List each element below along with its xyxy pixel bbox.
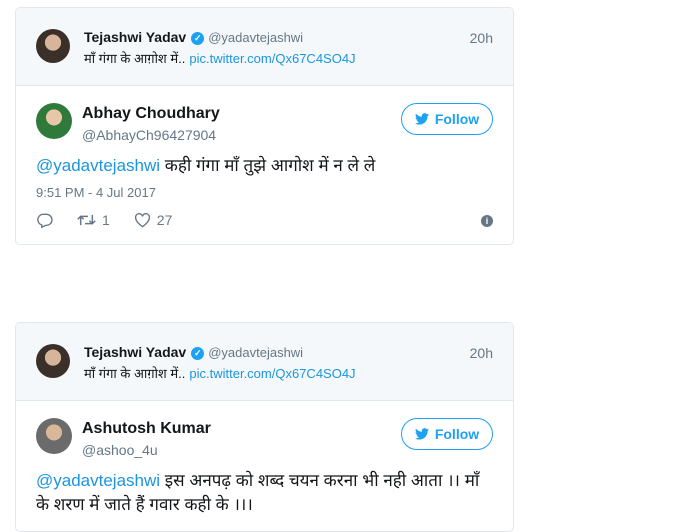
verified-badge-icon: ✓ [191, 32, 205, 45]
twitter-bird-icon [414, 428, 429, 440]
quoted-tweet[interactable]: Tejashwi Yadav ✓ @yadavtejashwi 20h माँ गं… [16, 8, 513, 86]
twitter-bird-icon [414, 113, 429, 125]
follow-button[interactable]: Follow [401, 103, 493, 135]
quoted-author-name[interactable]: Tejashwi Yadav [84, 344, 186, 360]
reply-button[interactable] [36, 213, 53, 228]
quoted-pic-link[interactable]: pic.twitter.com/Qx67C4SO4J [189, 51, 355, 66]
quoted-pic-link[interactable]: pic.twitter.com/Qx67C4SO4J [189, 366, 355, 381]
author-name[interactable]: Ashutosh Kumar [82, 420, 211, 438]
quoted-avatar[interactable] [36, 344, 70, 378]
quoted-text: माँ गंगा के आग़ोश में.. pic.twitter.com/Q… [84, 364, 356, 382]
mention-link[interactable]: @yadavtejashwi [36, 471, 160, 490]
reply-icon [37, 213, 53, 228]
quoted-author-handle[interactable]: @yadavtejashwi [208, 345, 303, 360]
quoted-text: माँ गंगा के आग़ोश में.. pic.twitter.com/Q… [84, 49, 356, 67]
info-icon[interactable]: i [481, 215, 493, 227]
like-icon [134, 212, 150, 227]
quoted-author-handle[interactable]: @yadavtejashwi [208, 30, 303, 45]
tweet-text: @yadavtejashwi कही गंगा माँ तुझे आगोश मे… [36, 154, 493, 178]
author-handle[interactable]: @ashoo_4u [82, 442, 158, 458]
quoted-author[interactable]: Tejashwi Yadav ✓ @yadavtejashwi [84, 29, 303, 45]
quoted-avatar[interactable] [36, 29, 70, 63]
quoted-tweet[interactable]: Tejashwi Yadav ✓ @yadavtejashwi 20h माँ गं… [16, 323, 513, 401]
follow-button[interactable]: Follow [401, 418, 493, 450]
author-handle[interactable]: @AbhayCh96427904 [82, 127, 216, 143]
retweet-button[interactable]: 1 [77, 212, 110, 228]
avatar[interactable] [36, 103, 72, 139]
quoted-text-body: माँ गंगा के आग़ोश में.. [84, 366, 186, 381]
tweet-text: @yadavtejashwi इस अनपढ़ को शब्द चयन करना… [36, 469, 493, 517]
follow-label: Follow [434, 426, 480, 442]
retweet-icon [77, 214, 96, 226]
quoted-author[interactable]: Tejashwi Yadav ✓ @yadavtejashwi [84, 344, 303, 360]
avatar[interactable] [36, 418, 72, 454]
quoted-text-body: माँ गंगा के आग़ोश में.. [84, 51, 186, 66]
follow-label: Follow [434, 111, 480, 127]
quoted-author-name[interactable]: Tejashwi Yadav [84, 29, 186, 45]
tweet-card: Tejashwi Yadav ✓ @yadavtejashwi 20h माँ गं… [15, 322, 514, 532]
tweet-text-body: कही गंगा माँ तुझे आगोश में न ले ले [164, 156, 376, 175]
tweet-actions: 1 27 [36, 212, 196, 228]
tweet-timestamp[interactable]: 9:51 PM - 4 Jul 2017 [36, 185, 156, 200]
quoted-time[interactable]: 20h [470, 30, 493, 46]
tweet-card: Tejashwi Yadav ✓ @yadavtejashwi 20h माँ गं… [15, 7, 514, 245]
retweet-count: 1 [102, 212, 110, 228]
mention-link[interactable]: @yadavtejashwi [36, 156, 160, 175]
like-count: 27 [156, 212, 173, 228]
verified-badge-icon: ✓ [191, 347, 205, 360]
like-button[interactable]: 27 [134, 212, 173, 228]
author-name[interactable]: Abhay Choudhary [82, 105, 220, 123]
quoted-time[interactable]: 20h [470, 345, 493, 361]
